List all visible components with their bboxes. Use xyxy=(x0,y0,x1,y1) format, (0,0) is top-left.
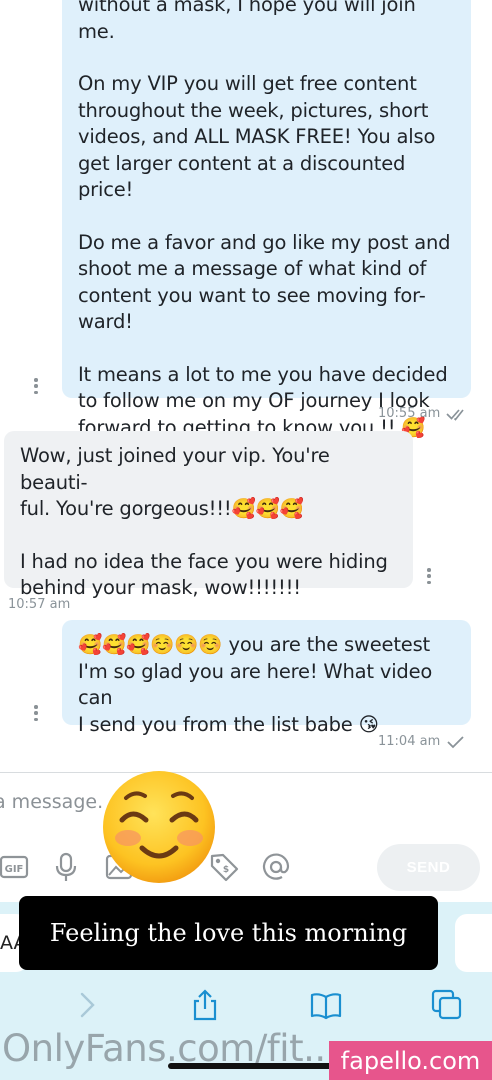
forward-icon[interactable] xyxy=(70,988,104,1022)
chat-thread: without a mask, I hope you will join me.… xyxy=(0,0,492,772)
message-options-icon[interactable] xyxy=(427,568,431,584)
message-text-fragment: without a mask, I hope you will join me. xyxy=(78,0,416,43)
home-indicator[interactable] xyxy=(168,1063,348,1069)
check-icon xyxy=(447,735,464,748)
message-time: 10:55 am xyxy=(378,406,441,421)
message-meta: 10:55 am xyxy=(378,406,470,421)
message-time: 10:57 am xyxy=(8,597,71,612)
microphone-icon[interactable] xyxy=(50,851,82,883)
gif-icon[interactable]: GIF xyxy=(0,851,32,883)
outgoing-message[interactable]: without a mask, I hope you will join me.… xyxy=(62,0,471,439)
smiling-face-icon xyxy=(103,771,215,883)
message-options-icon[interactable] xyxy=(34,378,38,394)
story-caption: Feeling the love this morning xyxy=(19,896,438,970)
incoming-message[interactable]: Wow, just joined your vip. You're beauti… xyxy=(4,431,413,599)
message-paragraph: 🥰🥰🥰☺️☺️☺️ you are the sweetest I'm so gl… xyxy=(78,633,433,736)
message-options-icon[interactable] xyxy=(34,705,38,721)
message-paragraph: Wow, just joined your vip. You're beauti… xyxy=(20,444,330,520)
double-check-icon xyxy=(446,408,464,421)
message-input-placeholder: a message. xyxy=(0,791,104,813)
at-sign-icon[interactable] xyxy=(260,851,292,883)
svg-text:$: $ xyxy=(223,865,229,875)
message-time: 11:04 am xyxy=(378,734,441,749)
share-icon[interactable] xyxy=(188,988,222,1022)
address-pill[interactable] xyxy=(455,914,492,972)
bookmarks-icon[interactable] xyxy=(309,988,343,1022)
message-paragraph: It means a lot to me you have decided to… xyxy=(78,362,448,439)
tabs-icon[interactable] xyxy=(430,988,464,1022)
message-meta: 10:57 am xyxy=(8,597,70,612)
outgoing-message[interactable]: 🥰🥰🥰☺️☺️☺️ you are the sweetest I'm so gl… xyxy=(62,620,471,736)
message-paragraph: Do me a favor and go like my post and sh… xyxy=(78,230,451,334)
message-paragraph: I had no idea the face you were hiding b… xyxy=(20,549,388,600)
send-button[interactable]: SEND xyxy=(377,844,480,891)
message-input[interactable]: a message. xyxy=(0,791,103,813)
message-meta: 11:04 am xyxy=(378,734,466,749)
message-paragraph: On my VIP you will get free content thro… xyxy=(78,72,436,201)
watermark-right: fapello.com xyxy=(329,1041,492,1080)
svg-text:GIF: GIF xyxy=(5,864,24,875)
